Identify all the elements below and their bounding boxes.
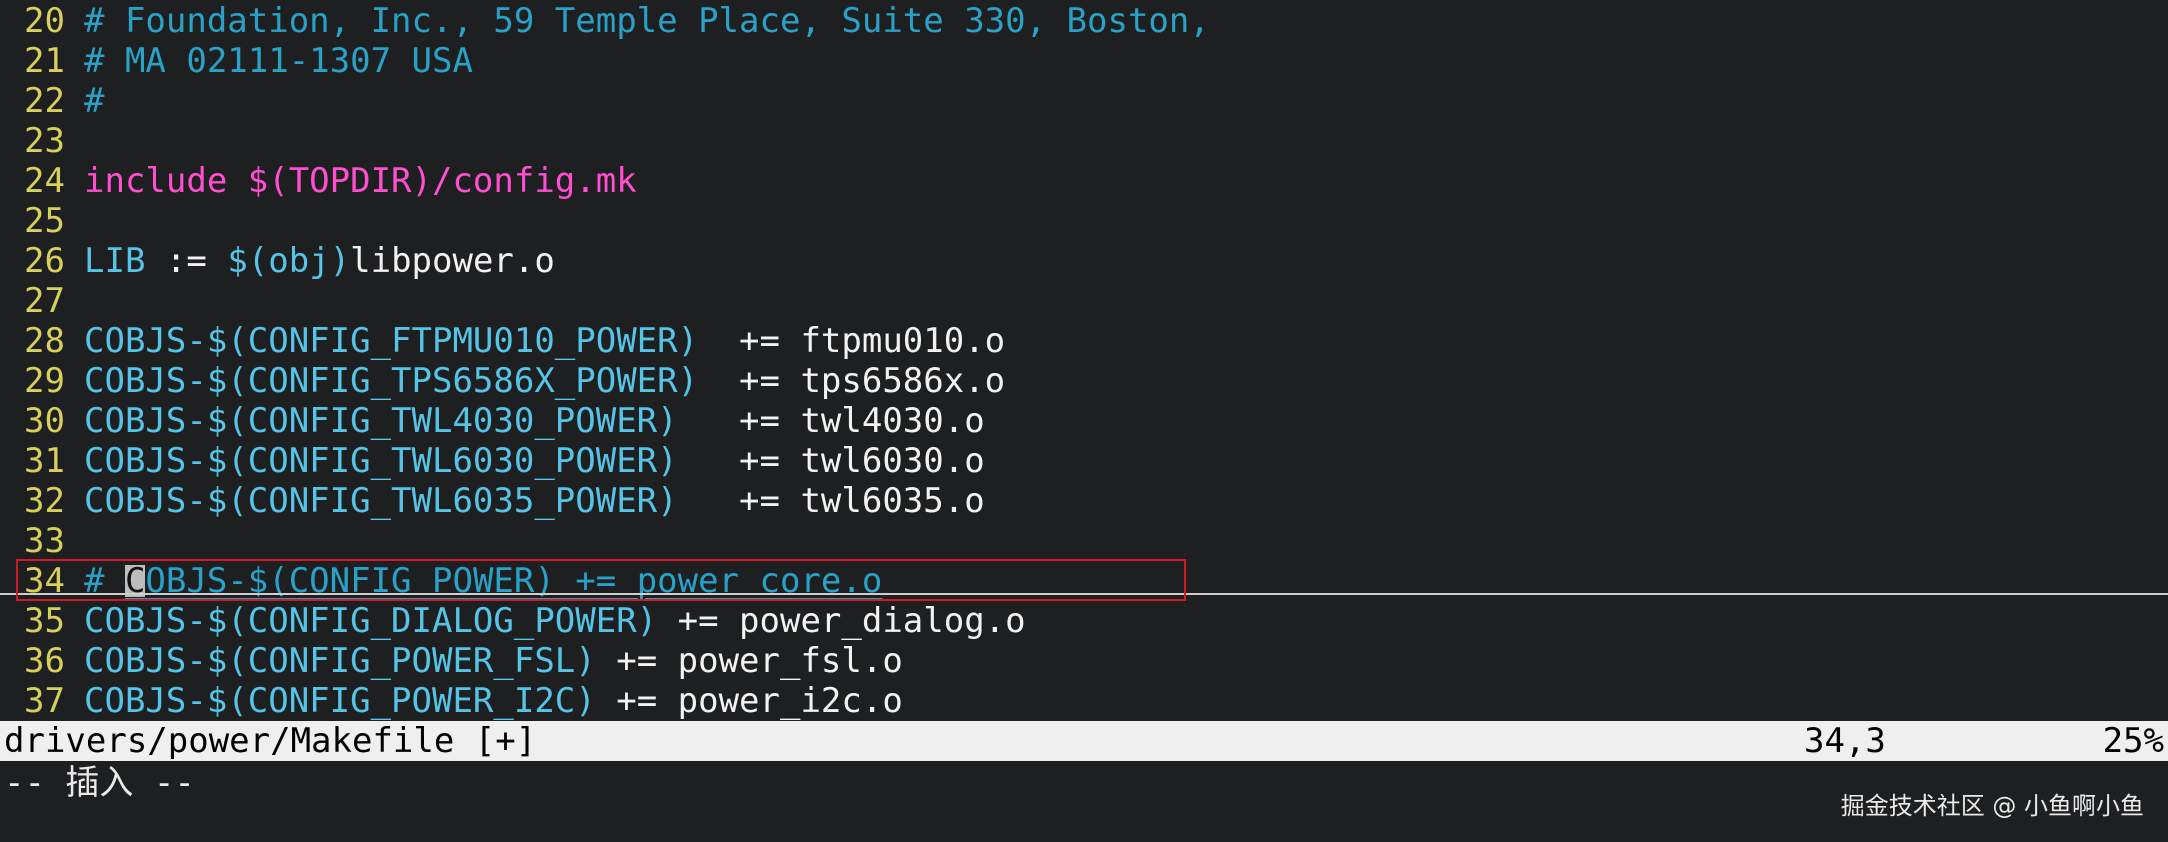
line-number: 29 bbox=[24, 361, 65, 401]
code-line[interactable]: 20 # Foundation, Inc., 59 Temple Place, S… bbox=[0, 1, 2168, 41]
code-text: LIB := $(obj)libpower.o bbox=[84, 241, 555, 281]
line-number: 32 bbox=[24, 481, 65, 521]
code-token: # MA 02111-1307 USA bbox=[84, 41, 473, 81]
watermark-text: 掘金技术社区 @ 小鱼啊小鱼 bbox=[1840, 792, 2144, 820]
status-bar: drivers/power/Makefile [+] 34,3 25% bbox=[0, 721, 2168, 761]
code-line[interactable]: 37 COBJS-$(CONFIG_POWER_I2C) += power_i2c… bbox=[0, 681, 2168, 721]
line-number: 35 bbox=[24, 601, 65, 641]
line-number: 30 bbox=[24, 401, 65, 441]
code-token: LIB bbox=[84, 241, 146, 281]
code-token: COBJS-$(CONFIG_TWL6035_POWER) bbox=[84, 481, 678, 521]
code-text: COBJS-$(CONFIG_FTPMU010_POWER) += ftpmu0… bbox=[84, 321, 1005, 361]
line-number: 31 bbox=[24, 441, 65, 481]
code-token: include $(TOPDIR)/config.mk bbox=[84, 161, 637, 201]
code-text: # Foundation, Inc., 59 Temple Place, Sui… bbox=[84, 1, 1210, 41]
code-token: COBJS-$(CONFIG_POWER_FSL) bbox=[84, 641, 596, 681]
code-line[interactable]: 31 COBJS-$(CONFIG_TWL6030_POWER) += twl60… bbox=[0, 441, 2168, 481]
line-number: 33 bbox=[24, 521, 65, 561]
code-token: += twl6035.o bbox=[677, 481, 985, 521]
code-token: COBJS-$(CONFIG_TWL4030_POWER) bbox=[84, 401, 678, 441]
code-token: += tps6586x.o bbox=[698, 361, 1006, 401]
code-text: # bbox=[84, 81, 104, 121]
line-number: 36 bbox=[24, 641, 65, 681]
code-line[interactable]: 36 COBJS-$(CONFIG_POWER_FSL) += power_fsl… bbox=[0, 641, 2168, 681]
status-scroll-percent: 25% bbox=[2102, 721, 2164, 761]
code-line[interactable]: 24 include $(TOPDIR)/config.mk bbox=[0, 161, 2168, 201]
code-token: += power_dialog.o bbox=[657, 601, 1026, 641]
line-number: 28 bbox=[24, 321, 65, 361]
mode-indicator: -- 插入 -- bbox=[4, 763, 195, 803]
line-number: 27 bbox=[24, 281, 65, 321]
line-number: 20 bbox=[24, 1, 65, 41]
code-token: COBJS-$(CONFIG_TWL6030_POWER) bbox=[84, 441, 678, 481]
code-text: COBJS-$(CONFIG_POWER_FSL) += power_fsl.o bbox=[84, 641, 903, 681]
code-token: += twl6030.o bbox=[677, 441, 985, 481]
code-line[interactable]: 28 COBJS-$(CONFIG_FTPMU010_POWER) += ftpm… bbox=[0, 321, 2168, 361]
code-line[interactable]: 27 bbox=[0, 281, 2168, 321]
code-text: COBJS-$(CONFIG_TWL6030_POWER) += twl6030… bbox=[84, 441, 985, 481]
code-line[interactable]: 33 bbox=[0, 521, 2168, 561]
code-line[interactable]: 29 COBJS-$(CONFIG_TPS6586X_POWER) += tps6… bbox=[0, 361, 2168, 401]
code-token: += ftpmu010.o bbox=[698, 321, 1006, 361]
code-line[interactable]: 22 # bbox=[0, 81, 2168, 121]
line-number: 37 bbox=[24, 681, 65, 721]
code-token: += power_i2c.o bbox=[595, 681, 903, 721]
code-token: += twl4030.o bbox=[677, 401, 985, 441]
line-number: 22 bbox=[24, 81, 65, 121]
code-line[interactable]: 32 COBJS-$(CONFIG_TWL6035_POWER) += twl60… bbox=[0, 481, 2168, 521]
code-token: COBJS-$(CONFIG_FTPMU010_POWER) bbox=[84, 321, 699, 361]
code-line[interactable]: 25 bbox=[0, 201, 2168, 241]
annotation-highlight-box bbox=[16, 559, 1186, 601]
code-token: # bbox=[84, 81, 105, 121]
line-number: 23 bbox=[24, 121, 65, 161]
code-token: := bbox=[145, 241, 228, 281]
code-text: COBJS-$(CONFIG_TPS6586X_POWER) += tps658… bbox=[84, 361, 1005, 401]
code-line[interactable]: 26 LIB := $(obj)libpower.o bbox=[0, 241, 2168, 281]
code-line[interactable]: 23 bbox=[0, 121, 2168, 161]
editor-area[interactable]: 20 # Foundation, Inc., 59 Temple Place, S… bbox=[0, 0, 2168, 721]
code-text: # MA 02111-1307 USA bbox=[84, 41, 473, 81]
code-token: COBJS-$(CONFIG_TPS6586X_POWER) bbox=[84, 361, 699, 401]
line-number: 24 bbox=[24, 161, 65, 201]
code-text: COBJS-$(CONFIG_TWL4030_POWER) += twl4030… bbox=[84, 401, 985, 441]
code-token: libpower.o bbox=[350, 241, 555, 281]
code-text: COBJS-$(CONFIG_TWL6035_POWER) += twl6035… bbox=[84, 481, 985, 521]
line-number: 25 bbox=[24, 201, 65, 241]
line-number: 21 bbox=[24, 41, 65, 81]
line-number: 26 bbox=[24, 241, 65, 281]
code-line[interactable]: 30 COBJS-$(CONFIG_TWL4030_POWER) += twl40… bbox=[0, 401, 2168, 441]
code-token: # Foundation, Inc., 59 Temple Place, Sui… bbox=[84, 1, 1210, 41]
code-line[interactable]: 21 # MA 02111-1307 USA bbox=[0, 41, 2168, 81]
code-token: COBJS-$(CONFIG_POWER_I2C) bbox=[84, 681, 596, 721]
code-text: COBJS-$(CONFIG_DIALOG_POWER) += power_di… bbox=[84, 601, 1026, 641]
status-cursor-position: 34,3 bbox=[1804, 721, 1886, 761]
code-line[interactable]: 35 COBJS-$(CONFIG_DIALOG_POWER) += power_… bbox=[0, 601, 2168, 641]
code-token: $(obj) bbox=[227, 241, 351, 281]
status-file-name: drivers/power/Makefile [+] bbox=[4, 721, 537, 761]
code-text: include $(TOPDIR)/config.mk bbox=[84, 161, 637, 201]
code-text: COBJS-$(CONFIG_POWER_I2C) += power_i2c.o bbox=[84, 681, 903, 721]
code-token: COBJS-$(CONFIG_DIALOG_POWER) bbox=[84, 601, 658, 641]
code-token: += power_fsl.o bbox=[595, 641, 903, 681]
